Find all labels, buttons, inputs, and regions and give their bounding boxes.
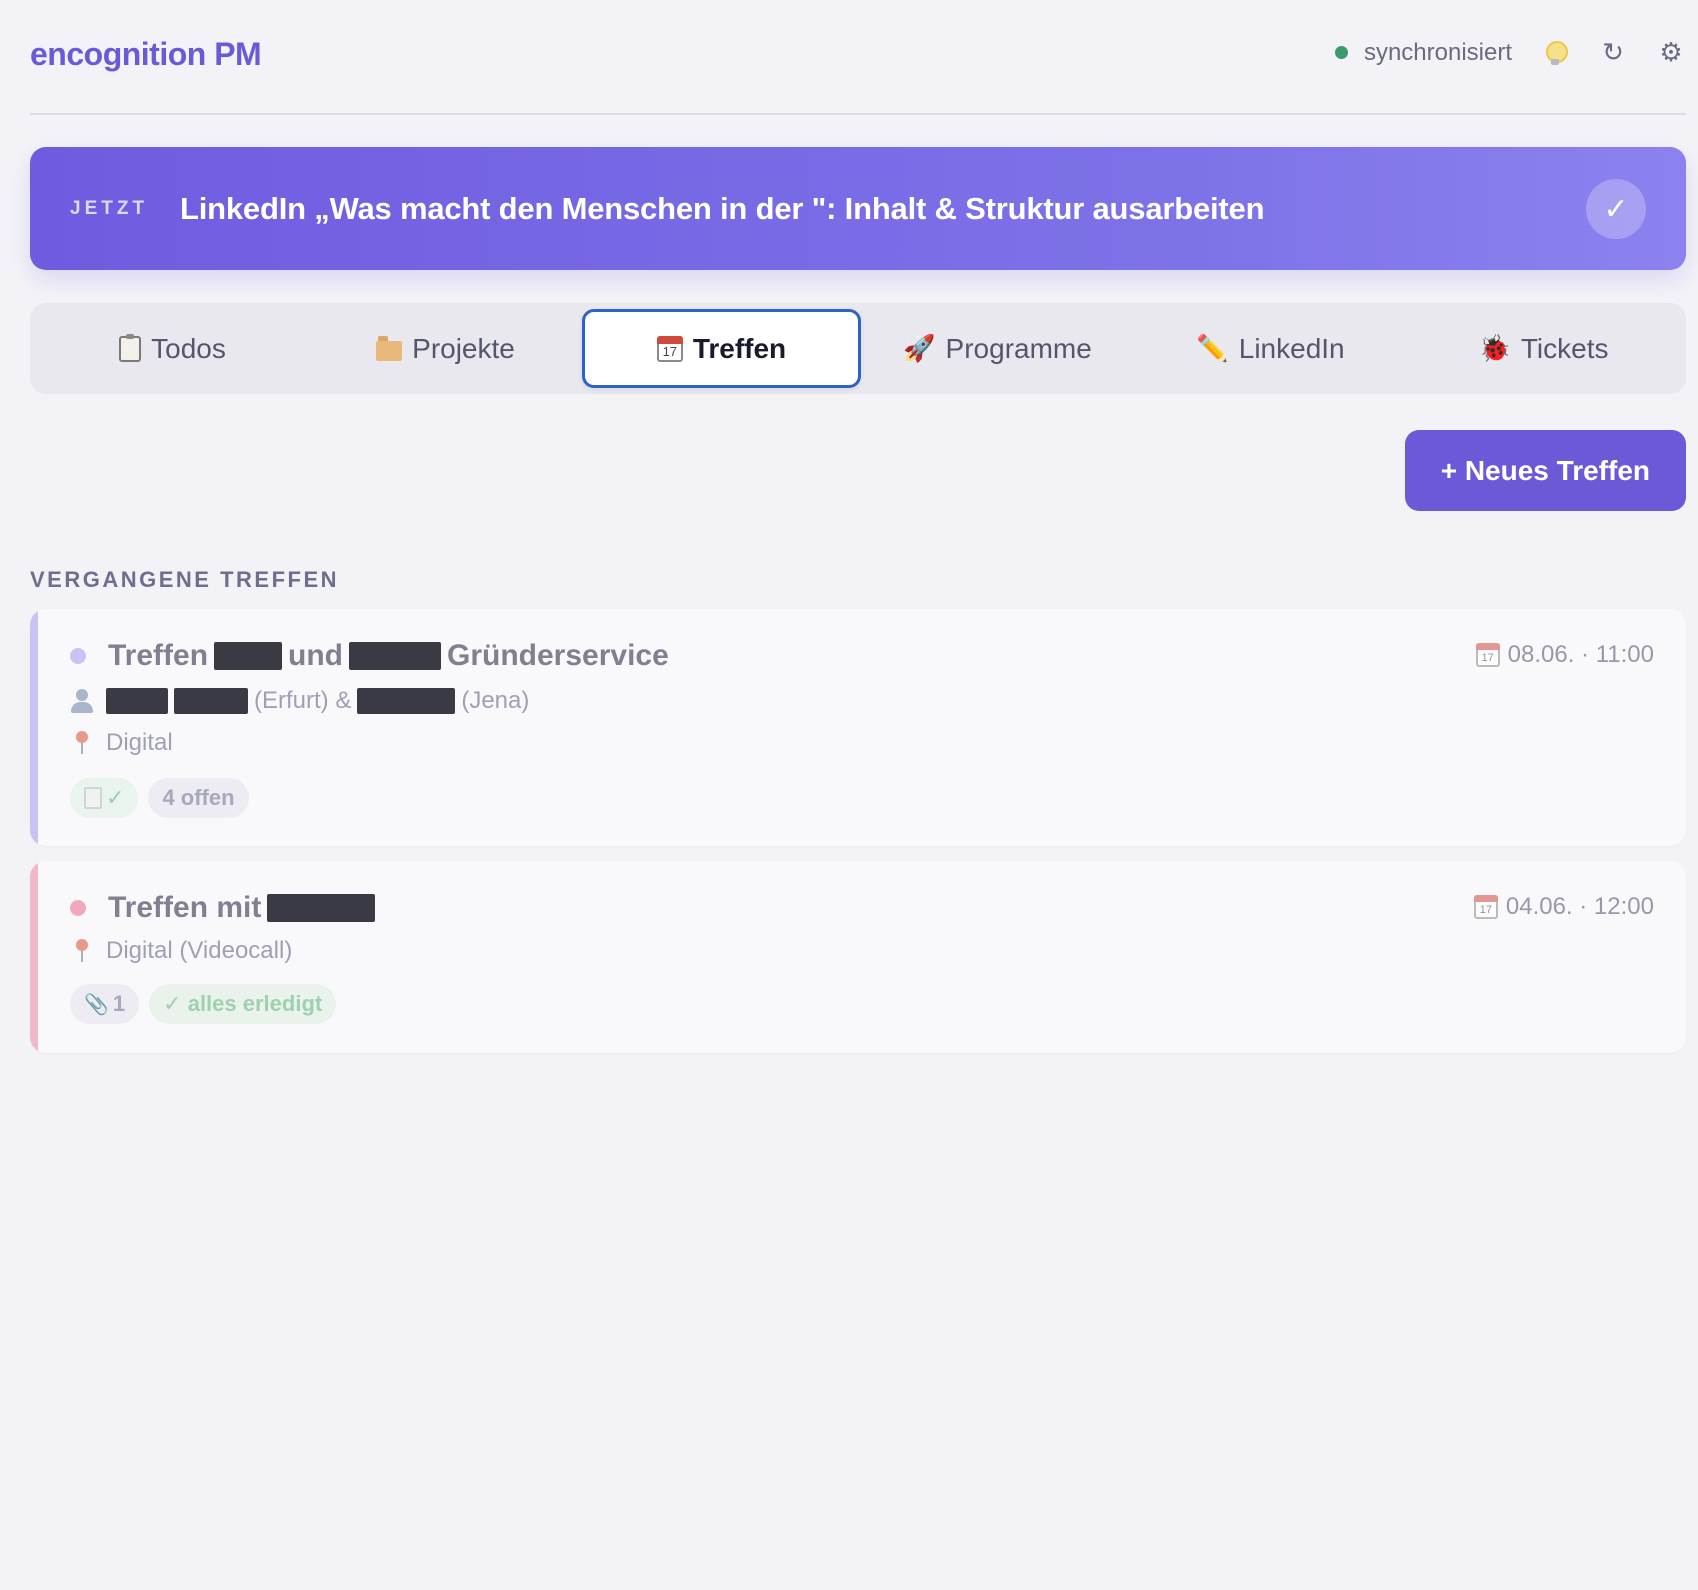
redacted-text [174, 688, 248, 714]
attachments-chip[interactable]: 📎 1 [70, 984, 140, 1024]
meeting-location: Digital (Videocall) [70, 937, 292, 965]
current-task-banner: JETZT LinkedIn „Was macht den Menschen i… [30, 147, 1686, 270]
tab-label: Projekte [412, 332, 515, 364]
refresh-icon[interactable]: ↻ [1598, 37, 1628, 68]
notes-chip[interactable]: ✓ [70, 778, 139, 818]
gear-icon[interactable]: ⚙ [1656, 37, 1686, 68]
meeting-chips: ✓ 4 offen [70, 778, 249, 818]
meeting-location: Digital [70, 729, 173, 757]
meeting-date: 17 04.06. · 12:00 [1473, 893, 1654, 921]
pin-icon [74, 731, 90, 755]
redacted-text [349, 642, 442, 670]
tab-label: Tickets [1520, 332, 1609, 364]
new-meeting-button[interactable]: + Neues Treffen [1404, 430, 1686, 511]
calendar-icon: 17 [656, 335, 683, 362]
redacted-text [267, 894, 376, 922]
redacted-text [357, 688, 456, 714]
paperclip-icon: 📎 [84, 993, 109, 1016]
calendar-icon: 17 [1475, 643, 1500, 667]
pin-icon [74, 939, 90, 963]
tab-label: Programme [945, 332, 1092, 364]
lightbulb-icon[interactable] [1540, 38, 1570, 68]
meeting-card[interactable]: Treffen mit 17 04.06. · 12:00 Digital (V… [30, 861, 1686, 1053]
app-root: encognition PM synchronisiert ↻ ⚙ JETZT … [30, 0, 1686, 1053]
meeting-participants: (Erfurt) & (Jena) [70, 687, 529, 715]
section-title: VERGANGENE TREFFEN [30, 567, 340, 592]
pencil-icon: ✏️ [1196, 333, 1229, 363]
meeting-card[interactable]: Treffen und Gründerservice 17 08.06. · 1… [30, 609, 1686, 846]
app-logo[interactable]: encognition PM [30, 36, 262, 73]
all-done-chip[interactable]: ✓ alles erledigt [149, 984, 337, 1024]
tab-label: LinkedIn [1238, 332, 1345, 364]
redacted-text [214, 642, 283, 670]
sync-status-dot [1334, 46, 1348, 59]
complete-task-button[interactable]: ✓ [1586, 179, 1646, 239]
meeting-date: 17 08.06. · 11:00 [1475, 641, 1654, 669]
status-dot [70, 648, 86, 664]
main-tabs: Todos Projekte 17 Treffen 🚀 Programme ✏️… [30, 303, 1686, 394]
open-items-chip[interactable]: 4 offen [148, 778, 249, 818]
meeting-title: Treffen und Gründerservice [70, 639, 669, 673]
person-icon [70, 689, 94, 713]
actions-bar: + Neues Treffen [30, 430, 1686, 511]
header-actions: synchronisiert ↻ ⚙ [1334, 37, 1686, 68]
folder-icon [376, 335, 403, 361]
tab-treffen[interactable]: 17 Treffen [582, 309, 861, 388]
sync-status-label: synchronisiert [1363, 38, 1512, 66]
calendar-icon: 17 [1473, 895, 1498, 919]
app-header: encognition PM synchronisiert ↻ ⚙ [30, 0, 1686, 115]
sync-status: synchronisiert [1334, 38, 1512, 67]
tab-tickets[interactable]: 🐞 Tickets [1407, 309, 1680, 388]
clipboard-icon [119, 333, 142, 362]
bug-icon: 🐞 [1478, 333, 1511, 363]
tab-label: Todos [151, 332, 226, 364]
meeting-title: Treffen mit [70, 891, 376, 925]
tab-label: Treffen [692, 332, 787, 364]
tab-programme[interactable]: 🚀 Programme [861, 309, 1134, 388]
current-task-label: JETZT [70, 197, 149, 219]
notes-icon [84, 787, 102, 809]
redacted-text [106, 688, 168, 714]
tab-linkedin[interactable]: ✏️ LinkedIn [1134, 309, 1407, 388]
meeting-chips: 📎 1 ✓ alles erledigt [70, 984, 337, 1024]
current-task-title: LinkedIn „Was macht den Menschen in der … [180, 190, 1265, 226]
status-dot [70, 900, 86, 916]
tab-projekte[interactable]: Projekte [309, 309, 582, 388]
rocket-icon: 🚀 [903, 333, 936, 363]
tab-todos[interactable]: Todos [36, 309, 309, 388]
